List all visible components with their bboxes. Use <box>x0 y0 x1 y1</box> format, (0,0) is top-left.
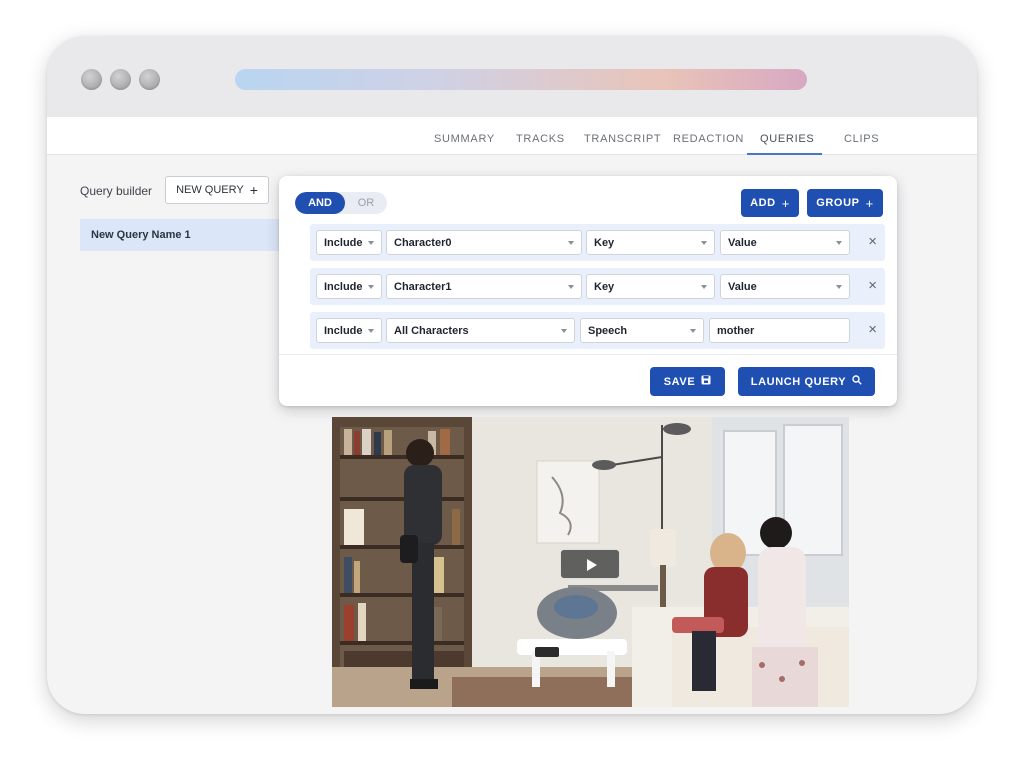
chevron-down-icon <box>561 329 567 333</box>
save-label: SAVE <box>663 375 696 388</box>
add-button[interactable]: ADD + <box>741 189 799 217</box>
new-query-button[interactable]: NEW QUERY + <box>165 176 269 204</box>
value-text: Value <box>728 281 757 293</box>
tab-redaction[interactable]: REDACTION <box>673 133 744 145</box>
value-select[interactable]: Value <box>720 274 850 299</box>
save-button[interactable]: SAVE <box>650 367 725 396</box>
value-text: Value <box>728 237 757 249</box>
include-value: Include <box>324 237 363 249</box>
field-select[interactable]: Key <box>586 274 715 299</box>
field-value: Speech <box>588 325 628 337</box>
value-text: mother <box>717 325 755 337</box>
condition-row: Include Character0 Key Value × <box>310 224 885 261</box>
character-value: Character0 <box>394 237 452 249</box>
plus-icon: + <box>865 195 874 211</box>
and-or-toggle: AND OR <box>295 192 387 214</box>
remove-condition-icon[interactable]: × <box>868 321 877 338</box>
value-input[interactable]: mother <box>709 318 850 343</box>
group-label: GROUP <box>816 197 860 209</box>
remove-condition-icon[interactable]: × <box>868 277 877 294</box>
query-builder-panel: AND OR ADD + GROUP + Include Character0 … <box>279 176 897 406</box>
chevron-down-icon <box>836 285 842 289</box>
chevron-down-icon <box>568 285 574 289</box>
minimize-window-button[interactable] <box>110 69 131 90</box>
chevron-down-icon <box>690 329 696 333</box>
character-select[interactable]: Character1 <box>386 274 582 299</box>
chevron-down-icon <box>368 285 374 289</box>
field-value: Key <box>594 237 615 249</box>
play-button[interactable] <box>560 549 620 579</box>
character-value: Character1 <box>394 281 452 293</box>
zoom-window-button[interactable] <box>139 69 160 90</box>
character-select[interactable]: All Characters <box>386 318 575 343</box>
remove-condition-icon[interactable]: × <box>868 233 877 250</box>
include-select[interactable]: Include <box>316 274 382 299</box>
chevron-down-icon <box>701 241 707 245</box>
or-option[interactable]: OR <box>345 192 387 214</box>
tab-clips[interactable]: CLIPS <box>844 133 879 145</box>
character-value: All Characters <box>394 325 469 337</box>
top-nav: SUMMARY TRACKS TRANSCRIPT REDACTION QUER… <box>47 117 977 155</box>
sidebar-item-query[interactable]: New Query Name 1 <box>80 219 290 251</box>
tab-transcript[interactable]: TRANSCRIPT <box>584 133 661 145</box>
play-icon <box>587 559 597 571</box>
value-select[interactable]: Value <box>720 230 850 255</box>
include-select[interactable]: Include <box>316 230 382 255</box>
group-button[interactable]: GROUP + <box>807 189 883 217</box>
query-item-label: New Query Name 1 <box>91 229 191 241</box>
chevron-down-icon <box>568 241 574 245</box>
new-query-label: NEW QUERY <box>176 184 244 196</box>
address-bar[interactable] <box>235 69 807 90</box>
chevron-down-icon <box>368 241 374 245</box>
tab-summary[interactable]: SUMMARY <box>434 133 495 145</box>
query-builder-label: Query builder <box>80 184 153 198</box>
active-tab-indicator <box>747 153 822 155</box>
panel-divider <box>279 354 897 355</box>
condition-row: Include All Characters Speech mother × <box>310 312 885 349</box>
field-value: Key <box>594 281 615 293</box>
tab-tracks[interactable]: TRACKS <box>516 133 565 145</box>
close-window-button[interactable] <box>81 69 102 90</box>
chevron-down-icon <box>836 241 842 245</box>
title-bar <box>47 36 977 117</box>
chevron-down-icon <box>701 285 707 289</box>
search-icon <box>852 375 862 388</box>
launch-query-label: LAUNCH QUERY <box>750 375 847 388</box>
plus-icon: + <box>781 195 790 211</box>
tab-queries[interactable]: QUERIES <box>760 133 814 145</box>
character-select[interactable]: Character0 <box>386 230 582 255</box>
launch-query-button[interactable]: LAUNCH QUERY <box>738 367 875 396</box>
chevron-down-icon <box>368 329 374 333</box>
add-label: ADD <box>750 197 776 209</box>
save-icon <box>701 375 711 388</box>
field-select[interactable]: Speech <box>580 318 704 343</box>
video-player[interactable] <box>332 417 849 707</box>
app-window: SUMMARY TRACKS TRANSCRIPT REDACTION QUER… <box>47 36 977 714</box>
include-value: Include <box>324 281 363 293</box>
field-select[interactable]: Key <box>586 230 715 255</box>
condition-row: Include Character1 Key Value × <box>310 268 885 305</box>
and-option[interactable]: AND <box>295 192 345 214</box>
include-value: Include <box>324 325 363 337</box>
include-select[interactable]: Include <box>316 318 382 343</box>
plus-icon: + <box>249 182 258 198</box>
